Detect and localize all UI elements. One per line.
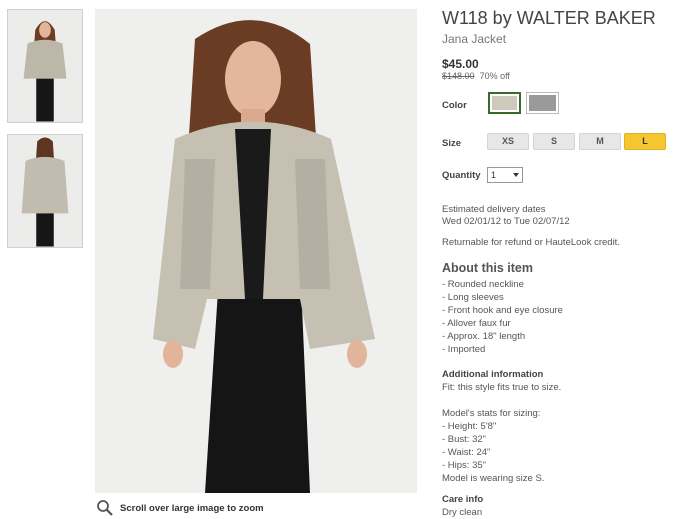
list-item: - Rounded neckline (442, 279, 524, 290)
list-item: - Bust: 32" (442, 434, 487, 445)
fit-note: Fit: this style fits true to size. (442, 382, 562, 393)
returns-note: Returnable for refund or HauteLook credi… (442, 237, 620, 248)
quantity-select[interactable]: 1 (487, 167, 523, 183)
delivery-dates: Wed 02/01/12 to Tue 02/07/12 (442, 216, 570, 227)
size-button-m[interactable]: M (579, 133, 621, 150)
model-stats-heading: Model's stats for sizing: (442, 408, 541, 419)
list-item: - Approx. 18" length (442, 331, 526, 342)
list-item: - Allover faux fur (442, 318, 511, 329)
thumbnail-back[interactable] (7, 134, 83, 248)
zoom-hint-text: Scroll over large image to zoom (120, 502, 264, 514)
quantity-value: 1 (491, 170, 497, 180)
quantity-label: Quantity (442, 170, 481, 181)
size-label: Size (442, 138, 462, 149)
size-button-l[interactable]: L (624, 133, 666, 150)
color-label: Color (442, 100, 467, 111)
color-swatch-light[interactable] (488, 92, 521, 114)
care-heading: Care info (442, 494, 484, 505)
about-heading: About this item (442, 261, 533, 275)
size-button-xs[interactable]: XS (487, 133, 529, 150)
list-item: - Hips: 35" (442, 460, 487, 471)
list-item: - Front hook and eye closure (442, 305, 563, 316)
thumbnail-front[interactable] (7, 9, 83, 123)
product-name: Jana Jacket (442, 32, 507, 46)
product-photo-front-thumb (8, 10, 82, 122)
care-value: Dry clean (442, 507, 483, 518)
list-item: - Waist: 24" (442, 447, 491, 458)
product-photo-back-thumb (8, 135, 82, 247)
main-product-image[interactable] (95, 9, 417, 493)
list-item: - Height: 5'8" (442, 421, 497, 432)
magnifier-icon (97, 500, 113, 516)
additional-heading: Additional information (442, 369, 544, 380)
original-price: $148.00 (442, 71, 475, 81)
color-swatch-grey[interactable] (526, 92, 559, 114)
zoom-hint: Scroll over large image to zoom (96, 499, 264, 517)
discount-badge: 70% off (479, 71, 510, 81)
product-photo-main (95, 9, 417, 493)
list-item: - Imported (442, 344, 486, 355)
list-item: - Long sleeves (442, 292, 504, 303)
size-button-s[interactable]: S (533, 133, 575, 150)
brand-title: W118 by WALTER BAKER (442, 8, 656, 28)
sale-price: $45.00 (442, 57, 479, 71)
model-size-note: Model is wearing size S. (442, 473, 545, 484)
dropdown-arrow-icon (513, 173, 519, 177)
original-price-row: $148.00 70% off (442, 71, 510, 81)
